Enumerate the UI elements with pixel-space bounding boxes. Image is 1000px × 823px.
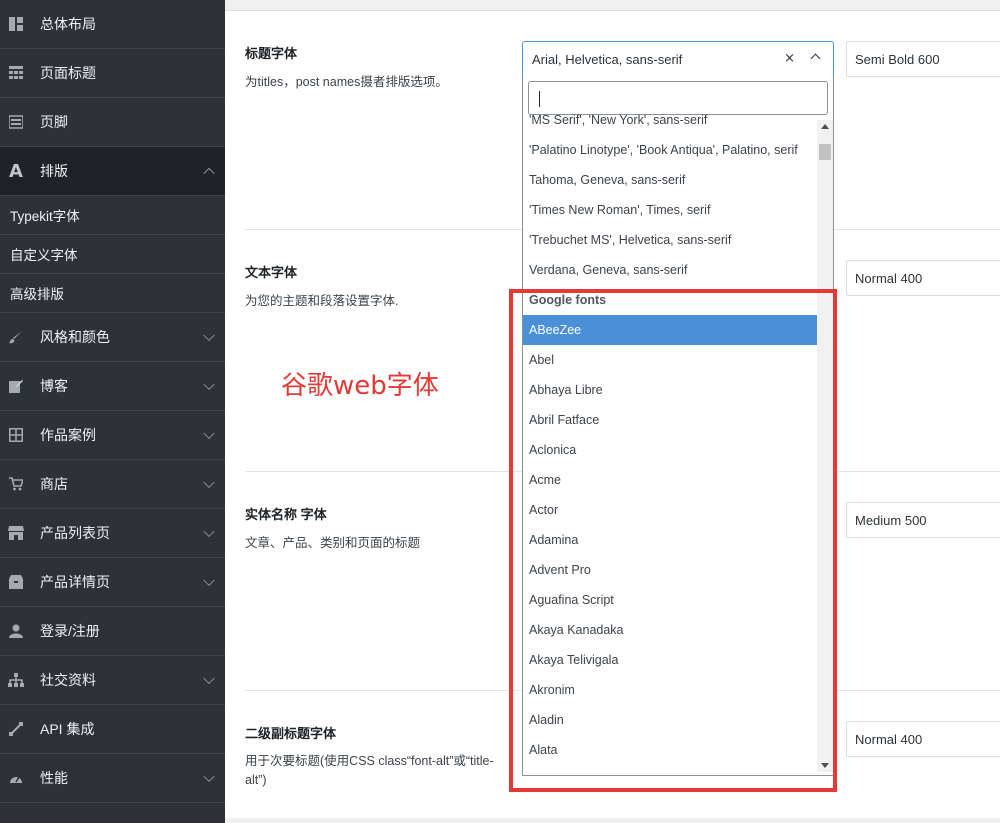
font-option[interactable]: Verdana, Geneva, sans-serif xyxy=(523,255,817,285)
store-icon xyxy=(8,525,24,541)
scrollbar-thumb[interactable] xyxy=(819,144,831,160)
sidebar-item-label: 总体布局 xyxy=(40,16,96,32)
font-weight-select-body[interactable]: Normal 400 xyxy=(846,260,1000,296)
sidebar-item-label: 排版 xyxy=(40,163,68,179)
section-desc-body-font: 为您的主题和段落设置字体. xyxy=(245,294,399,308)
annotation-highlight-box xyxy=(509,289,837,792)
sidebar-subitem-custom-fonts[interactable]: 自定义字体 xyxy=(0,235,225,274)
sidebar-item-label: 性能 xyxy=(40,770,68,786)
sidebar-item-label: 页面标题 xyxy=(40,65,96,81)
sidebar-item-label: 页脚 xyxy=(40,114,68,130)
font-weight-select-subheading[interactable]: Normal 400 xyxy=(846,721,1000,757)
layout-icon xyxy=(8,16,24,32)
sidebar-item-label: 登录/注册 xyxy=(40,623,100,639)
chevron-down-icon[interactable] xyxy=(203,574,215,587)
dropdown-search-input[interactable] xyxy=(528,81,828,115)
sidebar-item-page-title[interactable]: 页面标题 xyxy=(0,49,225,98)
dashboard-icon xyxy=(8,770,24,786)
brush-icon xyxy=(8,329,24,345)
sidebar-item-product-detail[interactable]: 产品详情页 xyxy=(0,558,225,607)
section-title-entity-font: 实体名称 字体 xyxy=(245,507,327,522)
sidebar-item-blog[interactable]: 博客 xyxy=(0,362,225,411)
sidebar-item-api[interactable]: API 集成 xyxy=(0,705,225,754)
network-icon xyxy=(8,672,24,688)
sidebar-item-portfolio[interactable]: 作品案例 xyxy=(0,411,225,460)
section-title-heading-font: 标题字体 xyxy=(245,46,298,61)
typography-icon: A xyxy=(9,160,23,182)
chevron-down-icon[interactable] xyxy=(203,378,215,391)
section-desc-heading-font: 为titles，post names摄者排版选项。 xyxy=(245,75,448,89)
footer-icon xyxy=(8,114,24,130)
sidebar-item-style-colors[interactable]: 风格和颜色 xyxy=(0,313,225,362)
sidebar-item-typography[interactable]: A 排版 xyxy=(0,147,225,196)
sidebar-item-label: 博客 xyxy=(40,378,68,394)
font-select-value: Arial, Helvetica, sans-serif xyxy=(532,51,683,67)
font-weight-select-entity[interactable]: Medium 500 xyxy=(846,502,1000,538)
grid-icon xyxy=(8,427,24,443)
main-content: 标题字体 为titles，post names摄者排版选项。 Semi Bold… xyxy=(225,0,1000,823)
font-option[interactable]: 'Times New Roman', Times, serif xyxy=(523,195,817,225)
scroll-up-icon[interactable] xyxy=(821,124,829,129)
sidebar-item-login[interactable]: 登录/注册 xyxy=(0,607,225,656)
archive-icon xyxy=(8,574,24,590)
font-weight-select-heading[interactable]: Semi Bold 600 xyxy=(846,41,1000,77)
section-title-subheading-font: 二级副标题字体 xyxy=(245,726,337,741)
sidebar-item-label: 产品列表页 xyxy=(40,525,110,541)
sidebar-item-social[interactable]: 社交资料 xyxy=(0,656,225,705)
chevron-down-icon[interactable] xyxy=(203,525,215,538)
sidebar-item-layout[interactable]: 总体布局 xyxy=(0,0,225,49)
font-option[interactable]: 'MS Serif', 'New York', sans-serif xyxy=(523,112,817,135)
section-desc-entity-font: 文章、产品、类别和页面的标题 xyxy=(245,536,421,550)
sidebar-item-product-list[interactable]: 产品列表页 xyxy=(0,509,225,558)
sidebar-item-label: 商店 xyxy=(40,476,68,492)
section-desc-subheading-font: 用于次要标题(使用CSS class“font-alt”或“title-alt”… xyxy=(245,754,494,787)
text-cursor xyxy=(539,91,540,107)
sidebar-item-label: 社交资料 xyxy=(40,672,96,688)
cart-icon xyxy=(8,476,24,492)
sidebar-item-label: 作品案例 xyxy=(40,427,96,443)
chevron-up-icon[interactable] xyxy=(810,53,821,64)
chevron-down-icon[interactable] xyxy=(203,427,215,440)
sidebar-item-label: API 集成 xyxy=(40,721,95,737)
edit-icon xyxy=(8,378,24,394)
chevron-down-icon[interactable] xyxy=(203,770,215,783)
chevron-down-icon[interactable] xyxy=(203,672,215,685)
clear-icon[interactable]: × xyxy=(784,51,795,66)
sidebar: 总体布局 页面标题 页脚 A 排版 Typekit字体 自定义字体 高级排版 风… xyxy=(0,0,225,823)
sidebar-item-footer[interactable]: 页脚 xyxy=(0,98,225,147)
font-option[interactable]: 'Palatino Linotype', 'Book Antiqua', Pal… xyxy=(523,135,817,165)
font-option[interactable]: 'Trebuchet MS', Helvetica, sans-serif xyxy=(523,225,817,255)
user-icon xyxy=(8,623,24,639)
section-title-body-font: 文本字体 xyxy=(245,265,298,280)
chevron-down-icon[interactable] xyxy=(203,329,215,342)
chevron-down-icon[interactable] xyxy=(203,476,215,489)
font-option[interactable]: Tahoma, Geneva, sans-serif xyxy=(523,165,817,195)
sidebar-subitem-typekit[interactable]: Typekit字体 xyxy=(0,196,225,235)
annotation-label: 谷歌web字体 xyxy=(281,371,439,401)
font-family-select[interactable]: Arial, Helvetica, sans-serif × xyxy=(522,41,834,77)
sidebar-item-label: 风格和颜色 xyxy=(40,329,110,345)
chevron-up-icon[interactable] xyxy=(203,167,215,180)
sidebar-item-label: 产品详情页 xyxy=(40,574,110,590)
sidebar-subitem-advanced[interactable]: 高级排版 xyxy=(0,274,225,313)
table-icon xyxy=(8,65,24,81)
sidebar-item-shop[interactable]: 商店 xyxy=(0,460,225,509)
sidebar-item-performance[interactable]: 性能 xyxy=(0,754,225,803)
plugin-icon xyxy=(8,721,24,737)
